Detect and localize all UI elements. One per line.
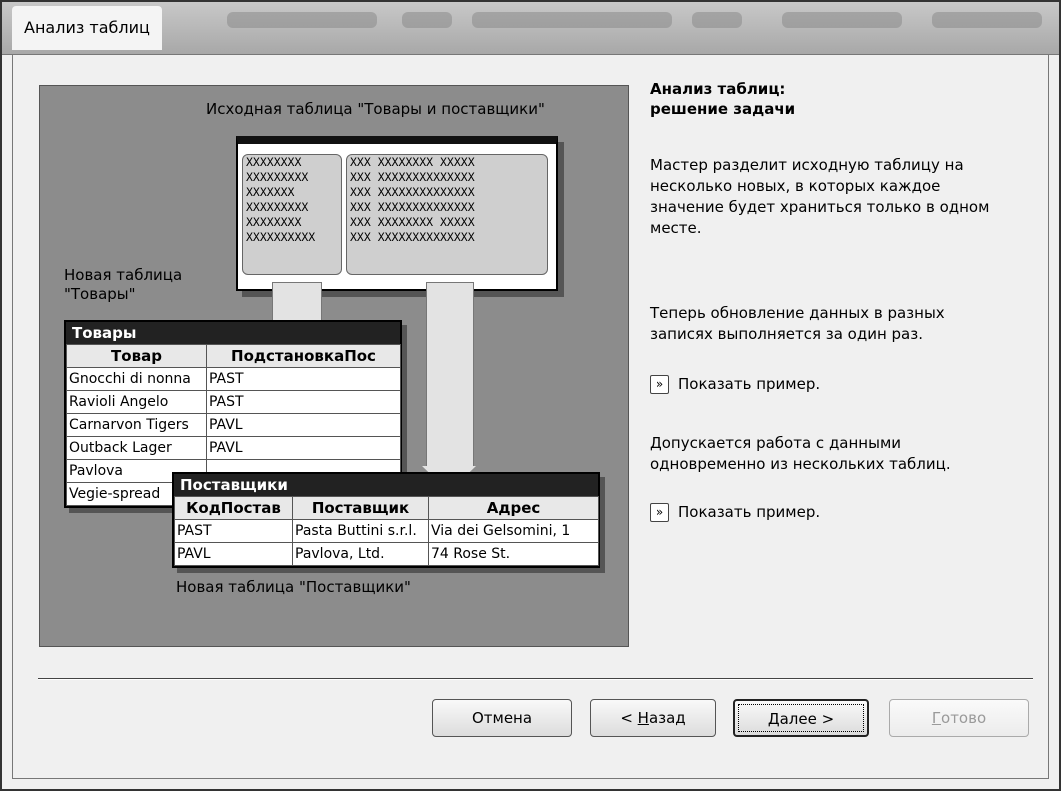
table-header-row: КодПостав Поставщик Адрес (174, 496, 599, 520)
table-cell: Outback Lager (66, 436, 207, 460)
description-paragraph-3: Допускается работа с данными одновременн… (650, 433, 1050, 475)
table-cell: Pavlova, Ltd. (292, 542, 429, 566)
new-suppliers-caption: Новая таблица "Поставщики" (176, 578, 411, 596)
table-row: Gnocchi di nonna PAST (66, 367, 401, 391)
window-title: Анализ таблиц (12, 6, 162, 50)
new-goods-caption: Новая таблица "Товары" (64, 266, 182, 304)
table-analyzer-window: Анализ таблиц Исходная таблица "Товары и… (0, 0, 1061, 791)
table-row: PAVL Pavlova, Ltd. 74 Rose St. (174, 542, 599, 566)
description-paragraph-1: Мастер разделит исходную таблицу на неск… (650, 155, 1050, 239)
table-cell: Carnarvon Tigers (66, 413, 207, 437)
source-cell: XXX XXXXXXXX XXXXX (350, 215, 475, 229)
table-cell: PAVL (206, 436, 401, 460)
table-row: Ravioli Angelo PAST (66, 390, 401, 414)
background-blur (472, 12, 672, 28)
dialog-client-area: Исходная таблица "Товары и поставщики" X… (12, 54, 1049, 779)
show-example-button-icon[interactable]: » (650, 375, 669, 394)
illustration-panel: Исходная таблица "Товары и поставщики" X… (39, 85, 629, 647)
paragraph-line: Допускается работа с данными (650, 434, 902, 452)
column-header: КодПостав (174, 496, 293, 520)
show-example-button-icon[interactable]: » (650, 503, 669, 522)
goods-table-title: Товары (66, 322, 400, 344)
paragraph-line: значение будет храниться только в одном (650, 198, 990, 216)
source-cell: XXX XXXXXXXXXXXXXX (350, 185, 475, 199)
column-header: ПодстановкаПос (206, 344, 401, 368)
background-blur (227, 12, 377, 28)
paragraph-line: одновременно из нескольких таблиц. (650, 455, 951, 473)
table-cell: PAST (206, 367, 401, 391)
table-cell: PAVL (206, 413, 401, 437)
table-row: PAST Pasta Buttini s.r.l. Via dei Gelsom… (174, 519, 599, 543)
source-table-graphic: XXXXXXXX XXXXXXXXX XXXXXXX XXXXXXXXX XXX… (236, 136, 558, 291)
source-cell: XXX XXXXXXXXXXXXXX (350, 200, 475, 214)
table-cell: Via dei Gelsomini, 1 (428, 519, 599, 543)
back-button[interactable]: < Назад (590, 699, 716, 737)
next-button-focus: Далее > (738, 704, 864, 732)
table-row: Outback Lager PAVL (66, 436, 401, 460)
suppliers-table-title: Поставщики (174, 474, 598, 496)
finish-button[interactable]: Готово (889, 699, 1029, 737)
table-cell: Pasta Buttini s.r.l. (292, 519, 429, 543)
paragraph-line: записях выполняется за один раз. (650, 325, 923, 343)
finish-button-mnemonic: Г (931, 709, 942, 727)
source-cell: XXX XXXXXXXXXXXXXX (350, 230, 475, 244)
source-cell: XXXXXXXXX (246, 200, 309, 214)
paragraph-line: месте. (650, 219, 702, 237)
next-button-mnemonic: Д (767, 710, 780, 728)
back-button-mnemonic: Н (637, 709, 649, 727)
cancel-button[interactable]: Отмена (432, 699, 572, 737)
show-example-link-1[interactable]: » Показать пример. (650, 373, 820, 395)
source-cell: XXX XXXXXXXXXXXXXX (350, 170, 475, 184)
paragraph-line: Мастер разделит исходную таблицу на (650, 156, 964, 174)
show-example-link-2[interactable]: » Показать пример. (650, 501, 820, 523)
show-example-label[interactable]: Показать пример. (678, 503, 820, 521)
background-blur (692, 12, 742, 28)
source-column-left: XXXXXXXX XXXXXXXXX XXXXXXX XXXXXXXXX XXX… (242, 154, 342, 275)
source-cell: XXXXXXXXXX (246, 230, 316, 244)
next-button[interactable]: Далее > (733, 699, 869, 737)
table-cell: Gnocchi di nonna (66, 367, 207, 391)
table-cell: 74 Rose St. (428, 542, 599, 566)
paragraph-line: несколько новых, в которых каждое (650, 177, 941, 195)
description-paragraph-2: Теперь обновление данных в разных запися… (650, 303, 1050, 345)
background-blur (402, 12, 452, 28)
source-cell: XXXXXXXXX (246, 170, 309, 184)
suppliers-table: Поставщики КодПостав Поставщик Адрес PAS… (172, 472, 600, 568)
back-button-label: азад (648, 709, 686, 727)
column-header: Поставщик (292, 496, 429, 520)
title-bar: Анализ таблиц (2, 2, 1059, 55)
back-button-prefix: < (620, 709, 638, 727)
column-header: Товар (66, 344, 207, 368)
arrow-to-suppliers-stem (426, 282, 474, 468)
table-header-row: Товар ПодстановкаПос (66, 344, 401, 368)
table-cell: PAST (174, 519, 293, 543)
source-cell: XXXXXXXX (246, 155, 302, 169)
heading-line: Анализ таблиц: (650, 80, 786, 98)
table-cell: PAST (206, 390, 401, 414)
table-cell: PAVL (174, 542, 293, 566)
source-cell: XXX XXXXXXXX XXXXX (350, 155, 475, 169)
heading-line: решение задачи (650, 100, 796, 118)
background-blur (782, 12, 902, 28)
caption-line: Новая таблица (64, 266, 183, 284)
show-example-label[interactable]: Показать пример. (678, 375, 820, 393)
source-column-right: XXX XXXXXXXX XXXXX XXX XXXXXXXXXXXXXX XX… (346, 154, 548, 275)
step-heading: Анализ таблиц: решение задачи (650, 79, 795, 119)
background-blur (932, 12, 1042, 28)
source-table-caption: Исходная таблица "Товары и поставщики" (206, 100, 545, 118)
finish-button-label: отово (941, 709, 987, 727)
source-cell: XXXXXXXX (246, 215, 302, 229)
table-cell: Ravioli Angelo (66, 390, 207, 414)
next-button-label: алее > (779, 710, 835, 728)
column-header: Адрес (428, 496, 599, 520)
table-row: Carnarvon Tigers PAVL (66, 413, 401, 437)
paragraph-line: Теперь обновление данных в разных (650, 304, 945, 322)
caption-line: "Товары" (64, 285, 136, 303)
button-separator (38, 678, 1033, 680)
source-cell: XXXXXXX (246, 185, 295, 199)
